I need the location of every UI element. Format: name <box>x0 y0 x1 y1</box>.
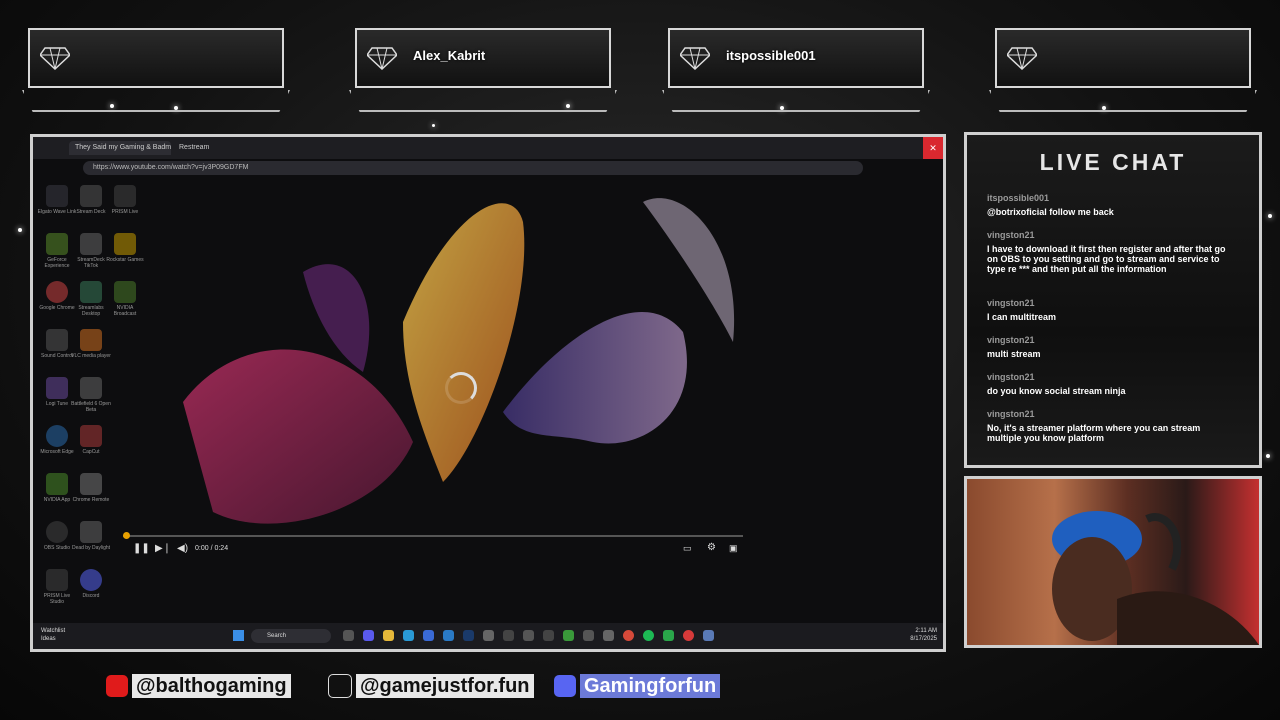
taskbar-app-icon[interactable] <box>403 630 414 641</box>
chat-text: multi stream <box>987 349 1041 359</box>
sparkle <box>1268 214 1272 218</box>
supporter-badge-3: itspossible001 <box>668 28 924 88</box>
chat-message: itspossible001 @botrixoficial follow me … <box>987 193 1237 217</box>
taskbar-clock[interactable]: 2:11 AM 8/17/2025 <box>910 627 937 643</box>
taskbar-app-icon[interactable] <box>603 630 614 641</box>
chat-text: No, it's a streamer platform where you c… <box>987 423 1201 443</box>
tiktok-handle: @gamejustfor.fun <box>356 673 534 698</box>
chat-text: I can multitream <box>987 312 1057 322</box>
chat-username: vingston21 <box>987 335 1035 345</box>
taskbar-app-icon[interactable] <box>523 630 534 641</box>
taskbar-app-icon[interactable] <box>343 630 354 641</box>
chat-message: vingston21 No, it's a streamer platform … <box>987 409 1237 443</box>
taskbar-app-icon[interactable] <box>583 630 594 641</box>
next-icon[interactable]: ▶❘ <box>155 543 171 554</box>
taskbar-app-icon[interactable] <box>483 630 494 641</box>
desktop-icon[interactable]: VLC media player <box>71 329 111 359</box>
chat-username: itspossible001 <box>987 193 1050 203</box>
chat-message: vingston21 do you know social stream nin… <box>987 372 1237 396</box>
webcam-feed <box>964 476 1262 648</box>
chat-username: vingston21 <box>987 372 1035 382</box>
chat-text: I have to download it first then registe… <box>987 244 1226 274</box>
watchlist-title: Watchlist <box>41 628 66 634</box>
video-player[interactable] <box>123 182 753 562</box>
youtube-handle: @balthogaming <box>132 673 291 698</box>
settings-icon[interactable]: ⚙ <box>707 542 716 553</box>
loading-spinner <box>445 372 477 404</box>
video-controls: ❚❚ ▶❘ ◀) 0:00 / 0:24 ▭ ⚙ ▣ <box>123 541 743 561</box>
sparkle <box>18 228 22 232</box>
miniplayer-icon[interactable]: ▣ <box>729 543 738 554</box>
taskbar-app-icon[interactable] <box>423 630 434 641</box>
volume-icon[interactable]: ◀) <box>177 543 188 554</box>
browser-tab[interactable]: They Said my Gaming & Badmin... <box>69 141 171 155</box>
discord-handle: Gamingforfun <box>580 673 721 698</box>
watchlist-sub: Ideas <box>41 636 56 642</box>
close-icon[interactable]: ✕ <box>923 137 943 159</box>
chat-message: vingston21 multi stream <box>987 335 1237 359</box>
social-youtube: @balthogaming <box>106 672 291 698</box>
chat-username: vingston21 <box>987 230 1035 240</box>
tiktok-icon <box>328 673 352 698</box>
clock-date: 8/17/2025 <box>910 636 937 642</box>
chrome-icon[interactable] <box>623 630 634 641</box>
windows-taskbar: Watchlist Ideas Search 2:11 AM 8/17/2025 <box>33 623 943 649</box>
sparkle <box>1266 454 1270 458</box>
supporter-badge-2: Alex_Kabrit <box>355 28 611 88</box>
start-icon[interactable] <box>233 630 244 641</box>
desktop-icon[interactable]: Discord <box>71 569 111 599</box>
watchlist-widget[interactable]: Watchlist Ideas <box>41 627 65 643</box>
clock-time: 2:11 AM <box>915 628 937 634</box>
streamer-figure <box>1052 511 1259 645</box>
discord-icon <box>554 674 576 697</box>
desktop-icon[interactable]: Battlefield 6 Open Beta <box>71 377 111 413</box>
diamond-icon <box>367 47 397 70</box>
address-bar[interactable]: https://www.youtube.com/watch?v=jv3P09GD… <box>83 161 863 175</box>
social-discord: Gamingforfun <box>554 672 721 698</box>
taskbar-app-icon[interactable] <box>683 630 694 641</box>
taskbar-app-icon[interactable] <box>543 630 554 641</box>
taskbar-app-icon[interactable] <box>383 630 394 641</box>
chat-username: vingston21 <box>987 298 1035 308</box>
badge-username: Alex_Kabrit <box>413 48 486 63</box>
taskbar-app-icon[interactable] <box>463 630 474 641</box>
video-progress-bar[interactable] <box>123 532 743 539</box>
taskbar-search[interactable]: Search <box>251 629 331 643</box>
taskbar-app-icon[interactable] <box>563 630 574 641</box>
chat-username: vingston21 <box>987 409 1035 419</box>
diamond-icon <box>40 47 70 70</box>
spotify-icon[interactable] <box>643 630 654 641</box>
taskbar-app-icon[interactable] <box>503 630 514 641</box>
live-chat-panel: LIVE CHAT itspossible001 @botrixoficial … <box>964 132 1262 468</box>
progress-handle[interactable] <box>123 532 130 539</box>
chat-text: do you know social stream ninja <box>987 386 1126 396</box>
chat-title: LIVE CHAT <box>1039 149 1187 175</box>
screen-capture: They Said my Gaming & Badmin... Restream… <box>30 134 946 652</box>
social-tiktok: @gamejustfor.fun <box>328 672 534 698</box>
badge-username: itspossible001 <box>726 48 816 63</box>
wallpaper-art <box>183 198 735 524</box>
browser-tab[interactable]: Restream <box>173 141 275 155</box>
captions-icon[interactable]: ▭ <box>683 543 692 554</box>
youtube-icon <box>106 674 128 697</box>
chat-text: @botrixoficial follow me back <box>987 207 1114 217</box>
supporter-badge-4 <box>995 28 1251 88</box>
chat-message: vingston21 I have to download it first t… <box>987 230 1237 274</box>
taskbar-app-icon[interactable] <box>663 630 674 641</box>
diamond-icon <box>1007 47 1037 70</box>
video-time: 0:00 / 0:24 <box>195 545 229 552</box>
sparkle <box>432 124 435 127</box>
diamond-icon <box>680 47 710 70</box>
supporter-badge-1 <box>28 28 284 88</box>
desktop-icon[interactable]: CapCut <box>71 425 111 455</box>
taskbar-app-icon[interactable] <box>703 630 714 641</box>
pause-icon[interactable]: ❚❚ <box>133 543 150 554</box>
chat-message: vingston21 I can multitream <box>987 298 1237 322</box>
taskbar-app-icon[interactable] <box>443 630 454 641</box>
taskbar-app-icon[interactable] <box>363 630 374 641</box>
browser-titlebar: They Said my Gaming & Badmin... Restream… <box>33 137 943 159</box>
desktop-icon[interactable]: Chrome Remote <box>71 473 111 503</box>
desktop-icon[interactable]: Dead by Daylight <box>71 521 111 551</box>
